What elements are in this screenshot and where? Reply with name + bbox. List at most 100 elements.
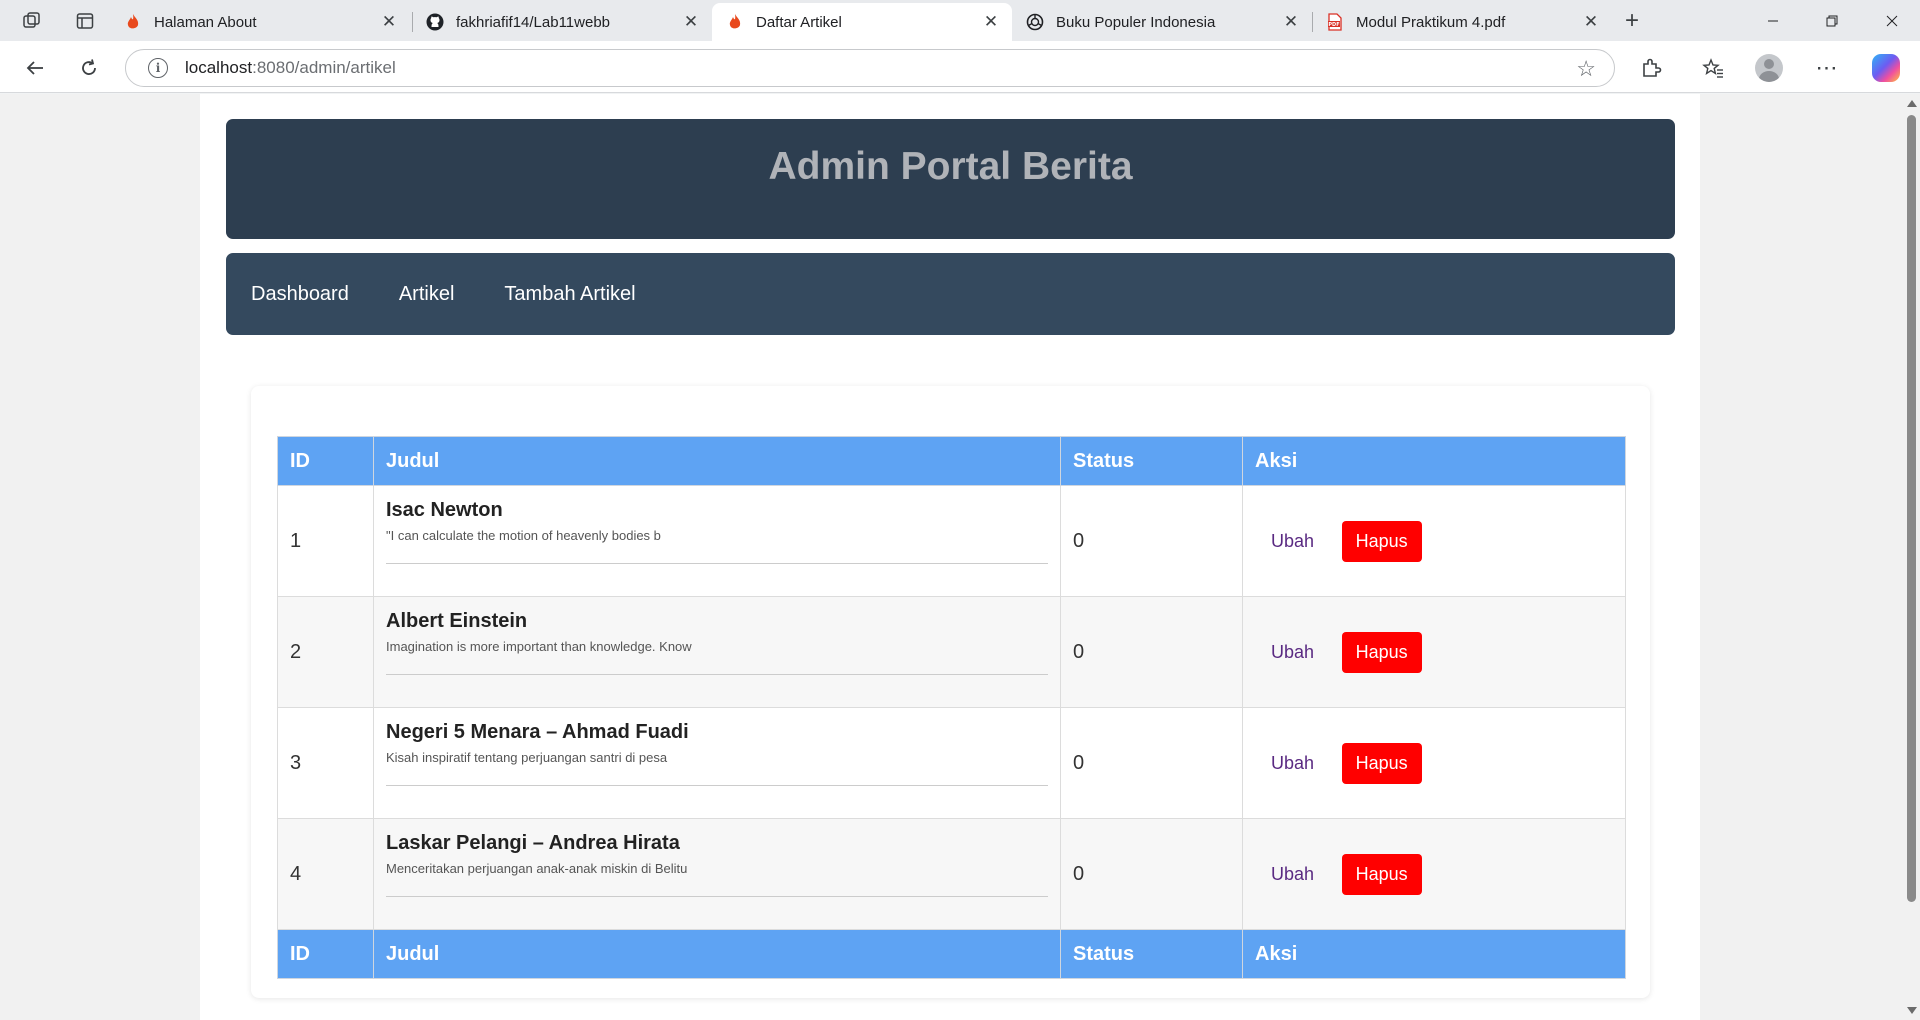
github-icon — [426, 13, 444, 31]
column-header-aksi: Aksi — [1242, 436, 1626, 486]
page-viewport: Admin Portal Berita Dashboard Artikel Ta… — [0, 94, 1903, 1020]
tab-github[interactable]: fakhriafif14/Lab11webb ✕ — [412, 3, 712, 41]
scroll-down-arrow-icon[interactable] — [1907, 1007, 1917, 1014]
nav-link-dashboard[interactable]: Dashboard — [251, 283, 349, 306]
scrollbar-thumb[interactable] — [1907, 115, 1916, 902]
nav-link-artikel[interactable]: Artikel — [399, 283, 455, 306]
site-header: Admin Portal Berita — [226, 119, 1675, 239]
favorites-icon[interactable] — [1697, 52, 1729, 84]
footer-header-aksi: Aksi — [1242, 929, 1626, 979]
cell-status: 0 — [1060, 485, 1243, 597]
cell-aksi: Ubah Hapus — [1242, 596, 1626, 708]
edit-link[interactable]: Ubah — [1271, 531, 1314, 552]
article-table: ID Judul Status Aksi 1 Isac Newton "I ca… — [277, 436, 1626, 979]
table-footer-row: ID Judul Status Aksi — [277, 929, 1626, 979]
cell-status: 0 — [1060, 596, 1243, 708]
scroll-up-arrow-icon[interactable] — [1907, 100, 1917, 107]
reload-icon[interactable] — [72, 51, 106, 85]
address-bar[interactable]: i localhost:8080/admin/artikel ☆ — [125, 49, 1615, 87]
extensions-icon[interactable] — [1635, 52, 1667, 84]
divider — [386, 896, 1048, 897]
tab-daftar-artikel[interactable]: Daftar Artikel ✕ — [712, 3, 1012, 41]
tab-title: Modul Praktikum 4.pdf — [1356, 13, 1506, 31]
article-title: Laskar Pelangi – Andrea Hirata — [386, 832, 680, 854]
delete-button[interactable]: Hapus — [1341, 853, 1422, 895]
url-text: localhost:8080/admin/artikel — [185, 58, 396, 77]
cell-aksi: Ubah Hapus — [1242, 707, 1626, 819]
cell-aksi: Ubah Hapus — [1242, 818, 1626, 930]
content-card: ID Judul Status Aksi 1 Isac Newton "I ca… — [251, 386, 1650, 998]
tab-title: Daftar Artikel — [756, 13, 842, 31]
tab-halaman-about[interactable]: Halaman About ✕ — [110, 3, 410, 41]
page-container: Admin Portal Berita Dashboard Artikel Ta… — [200, 94, 1700, 1020]
column-header-id: ID — [277, 436, 374, 486]
cell-judul: Laskar Pelangi – Andrea Hirata Mencerita… — [373, 818, 1061, 930]
column-header-status: Status — [1060, 436, 1243, 486]
cell-judul: Albert Einstein Imagination is more impo… — [373, 596, 1061, 708]
tab-modul-praktikum[interactable]: PDF Modul Praktikum 4.pdf ✕ — [1312, 3, 1612, 41]
copilot-icon[interactable] — [1872, 54, 1900, 82]
article-excerpt: "I can calculate the motion of heavenly … — [386, 528, 661, 543]
site-title: Admin Portal Berita — [768, 144, 1133, 188]
close-icon[interactable]: ✕ — [1280, 11, 1302, 33]
minimize-button[interactable] — [1751, 6, 1795, 36]
table-row: 4 Laskar Pelangi – Andrea Hirata Menceri… — [277, 818, 1626, 930]
back-arrow-icon[interactable] — [18, 51, 52, 85]
article-excerpt: Kisah inspiratif tentang perjuangan sant… — [386, 750, 668, 765]
edit-link[interactable]: Ubah — [1271, 642, 1314, 663]
svg-text:PDF: PDF — [1328, 22, 1339, 28]
divider — [386, 785, 1048, 786]
close-icon[interactable]: ✕ — [980, 11, 1002, 33]
close-icon[interactable]: ✕ — [1580, 11, 1602, 33]
cell-judul: Isac Newton "I can calculate the motion … — [373, 485, 1061, 597]
cell-id: 4 — [277, 818, 374, 930]
cell-aksi: Ubah Hapus — [1242, 485, 1626, 597]
main-nav: Dashboard Artikel Tambah Artikel — [226, 253, 1675, 335]
divider — [386, 674, 1048, 675]
browser-toolbar: i localhost:8080/admin/artikel ☆ ⋯ — [0, 41, 1920, 93]
column-header-judul: Judul — [373, 436, 1061, 486]
table-header-row: ID Judul Status Aksi — [277, 436, 1626, 486]
codeigniter-flame-icon — [124, 13, 142, 31]
codeigniter-flame-icon — [726, 13, 744, 31]
tab-title: Buku Populer Indonesia — [1056, 13, 1216, 31]
vertical-scrollbar[interactable] — [1903, 94, 1920, 1020]
article-title: Isac Newton — [386, 499, 503, 521]
edit-link[interactable]: Ubah — [1271, 864, 1314, 885]
browser-tab-bar: Halaman About ✕ fakhriafif14/Lab11webb ✕… — [0, 0, 1920, 41]
tab-title: Halaman About — [154, 13, 257, 31]
footer-header-status: Status — [1060, 929, 1243, 979]
delete-button[interactable]: Hapus — [1341, 742, 1422, 784]
delete-button[interactable]: Hapus — [1341, 631, 1422, 673]
delete-button[interactable]: Hapus — [1341, 520, 1422, 562]
pdf-icon: PDF — [1326, 13, 1344, 31]
article-title: Negeri 5 Menara – Ahmad Fuadi — [386, 721, 689, 743]
tab-title: fakhriafif14/Lab11webb — [456, 13, 610, 31]
cell-id: 2 — [277, 596, 374, 708]
cell-judul: Negeri 5 Menara – Ahmad Fuadi Kisah insp… — [373, 707, 1061, 819]
cell-id: 1 — [277, 485, 374, 597]
table-row: 2 Albert Einstein Imagination is more im… — [277, 596, 1626, 708]
table-row: 3 Negeri 5 Menara – Ahmad Fuadi Kisah in… — [277, 707, 1626, 819]
edit-link[interactable]: Ubah — [1271, 753, 1314, 774]
more-options-icon[interactable]: ⋯ — [1811, 52, 1843, 84]
table-row: 1 Isac Newton "I can calculate the motio… — [277, 485, 1626, 597]
tab-actions-icon[interactable] — [70, 8, 100, 34]
footer-header-id: ID — [277, 929, 374, 979]
tab-buku-populer[interactable]: Buku Populer Indonesia ✕ — [1012, 3, 1312, 41]
workspaces-icon[interactable] — [17, 8, 47, 34]
close-icon[interactable]: ✕ — [680, 11, 702, 33]
favorite-star-icon[interactable]: ☆ — [1576, 56, 1596, 82]
cell-status: 0 — [1060, 707, 1243, 819]
close-window-button[interactable] — [1870, 6, 1914, 36]
cell-id: 3 — [277, 707, 374, 819]
article-title: Albert Einstein — [386, 610, 528, 632]
profile-avatar[interactable] — [1755, 54, 1783, 82]
site-info-icon[interactable]: i — [148, 58, 168, 78]
new-tab-button[interactable]: + — [1617, 7, 1647, 34]
restore-button[interactable] — [1810, 6, 1854, 36]
nav-link-tambah-artikel[interactable]: Tambah Artikel — [504, 283, 635, 306]
openai-icon — [1026, 13, 1044, 31]
close-icon[interactable]: ✕ — [378, 11, 400, 33]
cell-status: 0 — [1060, 818, 1243, 930]
